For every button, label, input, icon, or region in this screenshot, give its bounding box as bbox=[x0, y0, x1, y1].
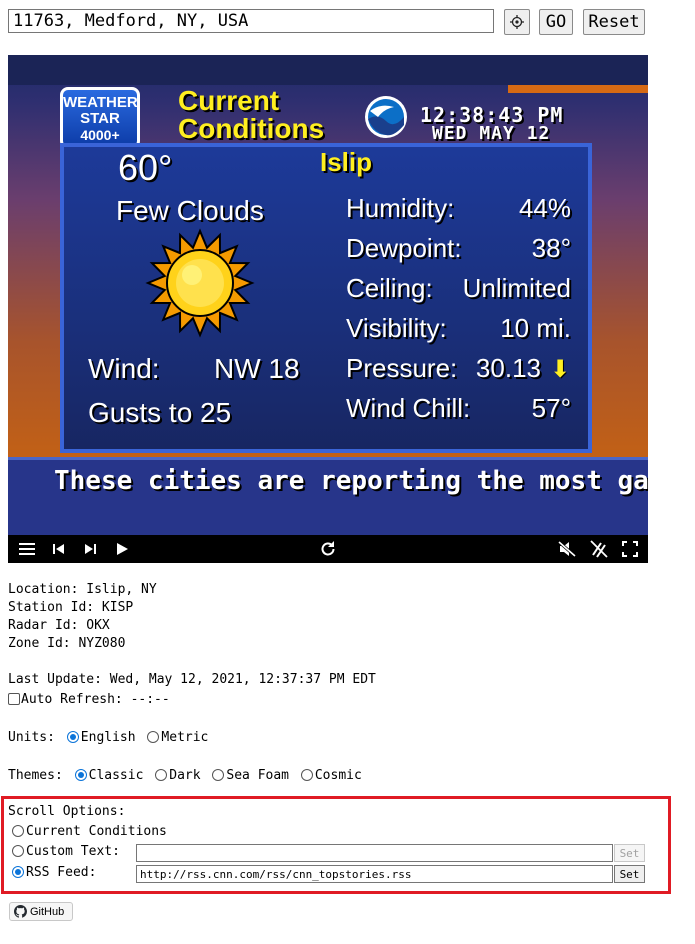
theme-seafoam-radio[interactable] bbox=[212, 769, 225, 781]
location-info: Location: Islip, NY bbox=[8, 582, 157, 597]
scroll-current-conditions-label: Current Conditions bbox=[26, 824, 167, 839]
fullscreen-icon[interactable] bbox=[620, 539, 640, 559]
stat-label: Visibility: bbox=[346, 313, 447, 343]
wind-value: NW 18 bbox=[214, 353, 300, 384]
github-label: GitHub bbox=[30, 905, 65, 918]
stat-visibility: Visibility: 10 mi. bbox=[346, 313, 571, 347]
scroll-custom-text-label: Custom Text: bbox=[26, 844, 120, 859]
stat-label: Wind Chill: bbox=[346, 393, 471, 423]
condition-text: Few Clouds bbox=[116, 195, 264, 226]
narration-off-icon[interactable] bbox=[589, 539, 609, 559]
units-english-radio[interactable] bbox=[66, 731, 79, 743]
theme-classic-radio[interactable] bbox=[74, 769, 87, 781]
stat-value: Unlimited bbox=[462, 273, 571, 303]
scroll-current-conditions-radio[interactable] bbox=[12, 825, 24, 837]
stat-dewpoint: Dewpoint: 38° bbox=[346, 233, 571, 267]
theme-classic-label: Classic bbox=[88, 768, 144, 783]
scroll-custom-text-radio[interactable] bbox=[12, 845, 24, 857]
play-icon[interactable] bbox=[112, 539, 132, 559]
units-metric-radio[interactable] bbox=[147, 731, 160, 743]
screen-title-line2: Conditions bbox=[178, 113, 325, 144]
mute-icon[interactable] bbox=[557, 539, 577, 559]
theme-cosmic-radio[interactable] bbox=[300, 769, 313, 781]
scroll-rss-row: RSS Feed: bbox=[12, 864, 96, 882]
scroll-options-label: Scroll Options: bbox=[8, 804, 126, 819]
radar-info: Radar Id: OKX bbox=[8, 618, 110, 633]
next-icon[interactable] bbox=[80, 539, 100, 559]
gps-button[interactable] bbox=[504, 9, 530, 35]
stat-value: 30.13 bbox=[475, 353, 541, 383]
header-band bbox=[8, 55, 648, 85]
themes-label: Themes: bbox=[8, 768, 63, 783]
location-bar: GO Reset bbox=[8, 8, 648, 38]
rss-feed-input[interactable] bbox=[136, 865, 613, 883]
custom-text-set-button[interactable]: Set bbox=[614, 844, 645, 862]
scroll-text: These cities are reporting the most gas bbox=[54, 466, 648, 496]
weather-display: WEATHER STAR 4000+ Current Conditions 12… bbox=[8, 55, 648, 535]
stat-pressure: Pressure: 30.13 bbox=[346, 353, 571, 387]
stat-value: 10 mi. bbox=[500, 313, 571, 343]
temperature: 60° bbox=[118, 147, 173, 188]
rss-set-button[interactable]: Set bbox=[614, 865, 645, 883]
city-name: Islip bbox=[320, 147, 373, 177]
sun-icon bbox=[145, 228, 255, 338]
weatherstar-logo: WEATHER STAR 4000+ bbox=[60, 87, 140, 149]
logo-line: STAR bbox=[80, 110, 120, 127]
theme-dark-label: Dark bbox=[169, 768, 201, 783]
auto-refresh-label: Auto Refresh: --:-- bbox=[21, 692, 170, 707]
units-label: Units: bbox=[8, 730, 55, 745]
menu-icon[interactable] bbox=[17, 539, 37, 559]
gusts-text: Gusts to 25 bbox=[88, 397, 232, 428]
stat-label: Ceiling: bbox=[346, 273, 433, 303]
scroll-current-conditions-row: Current Conditions bbox=[12, 823, 167, 841]
auto-refresh-checkbox[interactable] bbox=[8, 693, 20, 705]
theme-cosmic-label: Cosmic bbox=[314, 768, 362, 783]
location-input[interactable] bbox=[8, 9, 494, 33]
header-stripe bbox=[508, 85, 648, 93]
last-update: Last Update: Wed, May 12, 2021, 12:37:37… bbox=[8, 672, 376, 687]
crosshair-icon bbox=[510, 15, 524, 29]
scroll-rss-label: RSS Feed: bbox=[26, 865, 97, 880]
custom-text-input[interactable] bbox=[136, 844, 613, 862]
go-button[interactable]: GO bbox=[539, 9, 573, 35]
units-metric-label: Metric bbox=[161, 730, 209, 745]
stat-label: Humidity: bbox=[346, 193, 455, 223]
units-row: Units: English Metric bbox=[8, 729, 208, 747]
logo-line: WEATHER bbox=[63, 94, 138, 111]
scroll-band: These cities are reporting the most gas bbox=[8, 457, 648, 535]
zone-info: Zone Id: NYZ080 bbox=[8, 636, 126, 651]
control-bar bbox=[8, 535, 648, 563]
noaa-logo-icon bbox=[365, 96, 407, 138]
stat-label: Dewpoint: bbox=[346, 233, 462, 263]
reset-button[interactable]: Reset bbox=[583, 9, 645, 35]
stat-value: 57° bbox=[531, 393, 571, 423]
theme-seafoam-label: Sea Foam bbox=[226, 768, 290, 783]
units-english-label: English bbox=[80, 730, 136, 745]
stat-value: 44% bbox=[518, 193, 571, 223]
theme-dark-radio[interactable] bbox=[155, 769, 168, 781]
stat-value: 38° bbox=[531, 233, 571, 263]
stat-label: Pressure: bbox=[346, 353, 458, 383]
logo-line: 4000+ bbox=[80, 127, 120, 143]
stat-humidity: Humidity: 44% bbox=[346, 193, 571, 227]
clock-date: WED MAY 12 bbox=[432, 123, 551, 144]
github-button[interactable]: GitHub bbox=[9, 902, 73, 921]
wind-label: Wind: bbox=[88, 353, 160, 384]
previous-icon[interactable] bbox=[49, 539, 69, 559]
github-icon bbox=[14, 905, 27, 918]
stat-ceiling: Ceiling: Unlimited bbox=[346, 273, 571, 307]
station-info: Station Id: KISP bbox=[8, 600, 134, 615]
themes-row: Themes: Classic Dark Sea Foam Cosmic bbox=[8, 767, 362, 785]
auto-refresh-row: Auto Refresh: --:-- bbox=[8, 691, 170, 709]
pressure-falling-arrow-icon: ⬇ bbox=[550, 355, 571, 383]
scroll-custom-text-row: Custom Text: bbox=[12, 843, 120, 861]
stat-wind-chill: Wind Chill: 57° bbox=[346, 393, 571, 427]
scroll-rss-radio[interactable] bbox=[12, 866, 24, 878]
refresh-icon[interactable] bbox=[318, 539, 338, 559]
